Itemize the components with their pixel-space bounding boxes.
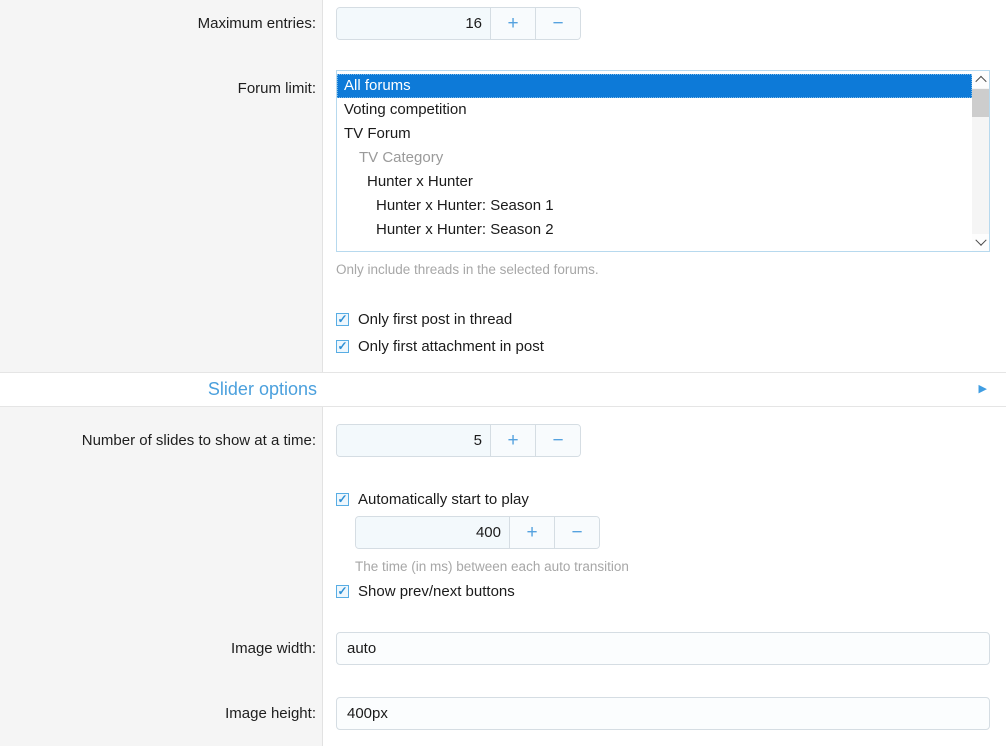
listbox-scrollbar[interactable] [972, 71, 989, 251]
autoplay-checkbox-label: Automatically start to play [358, 491, 529, 508]
slides-count-spinner: + − [336, 424, 581, 457]
listbox-option[interactable]: Hunter x Hunter [337, 170, 972, 194]
image-height-input[interactable] [336, 697, 990, 730]
forum-limit-options: All forumsVoting competitionTV ForumTV C… [337, 71, 972, 242]
image-height-label: Image height: [0, 697, 322, 730]
prevnext-checkbox-label: Show prev/next buttons [358, 583, 515, 600]
options-form-page: Maximum entries: + − Forum limit: All fo… [0, 0, 1006, 746]
scrollbar-thumb[interactable] [972, 89, 989, 117]
slides-count-label: Number of slides to show at a time: [0, 424, 322, 457]
chevron-down-icon [975, 234, 986, 245]
autoplay-interval-increment-button[interactable]: + [509, 517, 554, 548]
autoplay-row: ✓ Automatically start to play + − The ti… [0, 486, 1006, 605]
max-entries-row: Maximum entries: + − [0, 7, 1006, 40]
autoplay-checkbox[interactable]: ✓ [336, 493, 349, 506]
forum-limit-listbox[interactable]: All forumsVoting competitionTV ForumTV C… [336, 70, 990, 252]
autoplay-checkbox-row[interactable]: ✓ Automatically start to play [336, 486, 991, 513]
top-options-section: Maximum entries: + − Forum limit: All fo… [0, 0, 1006, 372]
first-attachment-checkbox-label: Only first attachment in post [358, 338, 544, 355]
prevnext-checkbox-row[interactable]: ✓ Show prev/next buttons [336, 578, 991, 605]
forum-limit-label: Forum limit: [0, 70, 322, 97]
thread-options-checkbox-group: ✓ Only first post in thread ✓ Only first… [336, 306, 991, 372]
autoplay-interval-hint: The time (in ms) between each auto trans… [355, 558, 991, 575]
image-height-row: Image height: [0, 697, 1006, 730]
prevnext-checkbox[interactable]: ✓ [336, 585, 349, 598]
max-entries-spinner: + − [336, 7, 581, 40]
max-entries-increment-button[interactable]: + [490, 8, 535, 39]
max-entries-label: Maximum entries: [0, 7, 322, 40]
listbox-option[interactable]: Voting competition [337, 98, 972, 122]
scroll-down-button[interactable] [972, 234, 989, 251]
forum-limit-hint: Only include threads in the selected for… [336, 261, 991, 278]
image-width-row: Image width: [0, 632, 1006, 665]
listbox-option[interactable]: Hunter x Hunter: Season 1 [337, 194, 972, 218]
forum-limit-row: Forum limit: All forumsVoting competitio… [0, 70, 1006, 372]
max-entries-decrement-button[interactable]: − [535, 8, 580, 39]
slider-options-title: Slider options [0, 379, 317, 400]
slides-count-row: Number of slides to show at a time: + − [0, 424, 1006, 457]
autoplay-interval-spinner: + − [355, 516, 600, 549]
listbox-option[interactable]: TV Category [337, 146, 972, 170]
autoplay-interval-decrement-button[interactable]: − [554, 517, 599, 548]
slider-options-section: Number of slides to show at a time: + − … [0, 407, 1006, 746]
slides-count-decrement-button[interactable]: − [535, 425, 580, 456]
max-entries-input[interactable] [337, 8, 490, 39]
slides-count-increment-button[interactable]: + [490, 425, 535, 456]
image-width-label: Image width: [0, 632, 322, 665]
image-width-input[interactable] [336, 632, 990, 665]
collapse-arrow-icon[interactable]: ▶ [979, 384, 1006, 395]
listbox-option[interactable]: Hunter x Hunter: Season 2 [337, 218, 972, 242]
listbox-option[interactable]: TV Forum [337, 122, 972, 146]
chevron-up-icon [975, 75, 986, 86]
first-post-checkbox-label: Only first post in thread [358, 311, 512, 328]
slider-options-header[interactable]: Slider options ▶ [0, 372, 1006, 407]
listbox-option[interactable]: All forums [337, 74, 972, 98]
first-post-checkbox[interactable]: ✓ [336, 313, 349, 326]
first-attachment-checkbox[interactable]: ✓ [336, 340, 349, 353]
first-attachment-checkbox-row[interactable]: ✓ Only first attachment in post [336, 333, 991, 360]
first-post-checkbox-row[interactable]: ✓ Only first post in thread [336, 306, 991, 333]
autoplay-interval-input[interactable] [356, 517, 509, 548]
scroll-up-button[interactable] [972, 71, 989, 88]
slides-count-input[interactable] [337, 425, 490, 456]
